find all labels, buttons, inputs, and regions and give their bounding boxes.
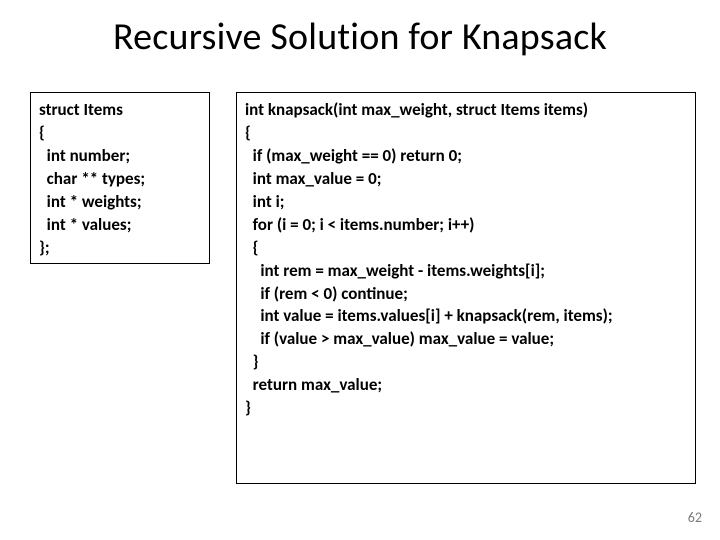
function-code-box: int knapsack(int max_weight, struct Item… — [236, 92, 696, 484]
page-title: Recursive Solution for Knapsack — [0, 14, 720, 60]
slide-number: 62 — [688, 509, 702, 526]
slide: Recursive Solution for Knapsack struct I… — [0, 0, 720, 540]
struct-code-box: struct Items { int number; char ** types… — [30, 92, 210, 264]
